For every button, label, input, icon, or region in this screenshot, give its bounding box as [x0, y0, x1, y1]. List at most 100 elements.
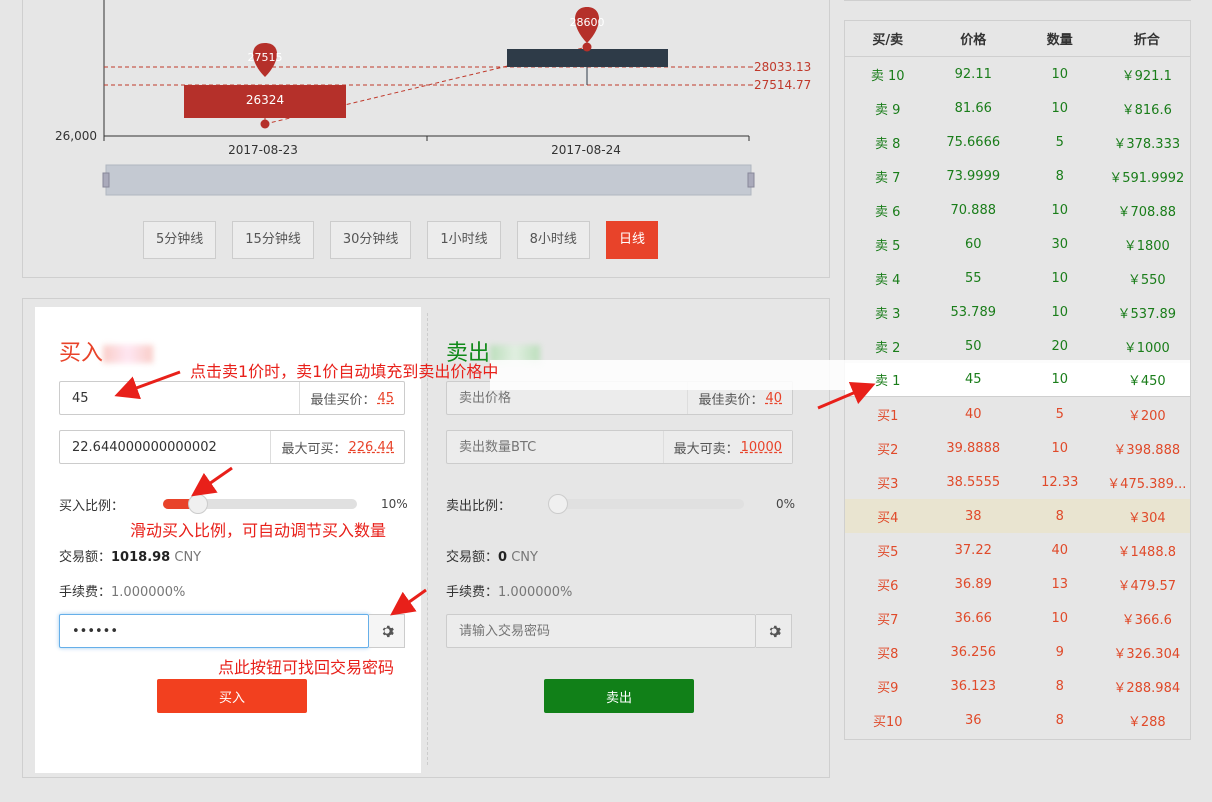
- recover-password-button-sell[interactable]: [756, 614, 792, 648]
- buy-title: 买入: [59, 335, 154, 367]
- datazoom-right-handle[interactable]: [747, 172, 755, 188]
- buy-order-row[interactable]: 买8 36.256 9 ￥326.304: [845, 635, 1190, 669]
- order-price: 36.123: [950, 678, 997, 694]
- sell-order-row[interactable]: 卖 3 53.789 10 ￥537.89: [845, 295, 1190, 329]
- buy-ratio-slider[interactable]: [163, 494, 357, 514]
- x-tick-label: 2017-08-24: [551, 143, 621, 157]
- order-amount: 10: [1051, 440, 1069, 456]
- buy-order-row[interactable]: 买5 37.22 40 ￥1488.8: [845, 533, 1190, 567]
- sell-order-row[interactable]: 卖 2 50 20 ￥1000: [845, 329, 1190, 363]
- buy-order-row[interactable]: 买4 38 8 ￥304: [845, 499, 1190, 533]
- period-day-button[interactable]: 日线: [605, 221, 658, 259]
- sell-amount-input[interactable]: [447, 431, 663, 463]
- buy-order-row[interactable]: 买2 39.8888 10 ￥398.888: [845, 431, 1190, 465]
- sell-password-field: [446, 614, 756, 648]
- best-sell-price-link[interactable]: 40: [765, 391, 782, 406]
- recover-password-button[interactable]: [369, 614, 405, 648]
- buy-order-row[interactable]: 买3 38.5555 12.33 ￥475.389...: [845, 465, 1190, 499]
- sell-fee: 手续费：1.000000%: [446, 585, 573, 600]
- order-amount: 30: [1051, 236, 1069, 252]
- buy-order-row[interactable]: 买9 36.123 8 ￥288.984: [845, 669, 1190, 703]
- x-tick-label: 2017-08-23: [228, 143, 298, 157]
- buy-password-input[interactable]: [60, 615, 368, 647]
- buy-submit-button[interactable]: 买入: [157, 679, 307, 713]
- datazoom-left-handle[interactable]: [102, 172, 110, 188]
- datazoom-bar[interactable]: [105, 164, 752, 196]
- order-total: ￥288: [1127, 714, 1166, 730]
- col-price: 价格: [960, 33, 987, 48]
- order-price: 60: [964, 236, 982, 252]
- order-price: 40: [964, 406, 982, 422]
- buy-order-row[interactable]: 买6 36.89 13 ￥479.57: [845, 567, 1190, 601]
- order-side: 卖 2: [875, 340, 901, 356]
- buy-price-input[interactable]: [60, 382, 300, 414]
- order-total: ￥1000: [1123, 340, 1170, 356]
- sell-password-input[interactable]: [447, 615, 755, 647]
- sell-form: 卖出 最佳卖价：40 最大可卖：10000 卖出比例： 0% 交易额：0 CNY…: [446, 307, 796, 773]
- sell-order-row[interactable]: 卖 7 73.9999 8 ￥591.9992: [845, 159, 1190, 193]
- order-amount: 8: [1055, 678, 1064, 694]
- order-side: 买5: [877, 544, 899, 560]
- buy-volume: 交易额：1018.98 CNY: [59, 550, 202, 565]
- order-side: 卖 8: [875, 136, 901, 152]
- period-5m-button[interactable]: 5分钟线: [143, 221, 217, 259]
- sell-order-row[interactable]: 卖 1 45 10 ￥450: [845, 363, 1190, 397]
- sell-order-row[interactable]: 卖 4 55 10 ￥550: [845, 261, 1190, 295]
- order-price: 92.11: [954, 66, 992, 82]
- order-price: 73.9999: [946, 168, 1001, 184]
- period-30m-button[interactable]: 30分钟线: [329, 221, 412, 259]
- marker-label: 27515: [248, 51, 283, 64]
- best-sell-price: 最佳卖价： 40: [687, 382, 792, 414]
- book-top-border: [844, 0, 1191, 1]
- sell-price-input[interactable]: [447, 382, 688, 414]
- order-price: 39.8888: [946, 440, 1001, 456]
- sell-order-row[interactable]: 卖 6 70.888 10 ￥708.88: [845, 193, 1190, 227]
- sell-submit-button[interactable]: 卖出: [544, 679, 694, 713]
- order-side: 卖 3: [875, 306, 901, 322]
- best-buy-price-link[interactable]: 45: [377, 391, 394, 406]
- order-side: 买3: [877, 476, 899, 492]
- order-total: ￥200: [1127, 408, 1166, 424]
- buy-amount-input[interactable]: [60, 431, 271, 463]
- order-price: 38: [964, 508, 982, 524]
- order-side: 卖 1: [875, 374, 901, 389]
- order-total: ￥921.1: [1121, 68, 1172, 84]
- sell-order-row[interactable]: 卖 5 60 30 ￥1800: [845, 227, 1190, 261]
- sell-ratio-pct: 0%: [776, 497, 796, 511]
- sell-volume: 交易额：0 CNY: [446, 550, 538, 565]
- max-buy: 最大可买： 226.44: [270, 431, 404, 463]
- sell-order-row[interactable]: 卖 9 81.66 10 ￥816.6: [845, 91, 1190, 125]
- order-side: 卖 6: [875, 204, 901, 220]
- order-total: ￥537.89: [1117, 306, 1177, 322]
- period-15m-button[interactable]: 15分钟线: [232, 221, 314, 259]
- kline-panel: 26,000 2017-08-23 2017-08-24 28033.13 27…: [22, 0, 830, 278]
- order-amount: 8: [1055, 508, 1064, 524]
- order-price: 75.6666: [946, 134, 1001, 150]
- sell-ratio-slider[interactable]: [548, 494, 744, 514]
- sell-order-row[interactable]: 卖 10 92.11 10 ￥921.1: [845, 57, 1190, 91]
- order-total: ￥326.304: [1113, 646, 1181, 662]
- sell-price-field: 最佳卖价：40: [446, 381, 793, 415]
- order-amount: 12.33: [1041, 474, 1079, 490]
- buy-ratio-knob[interactable]: [188, 494, 209, 514]
- period-8h-button[interactable]: 8小时线: [516, 221, 590, 259]
- buy-order-row[interactable]: 买7 36.66 10 ￥366.6: [845, 601, 1190, 635]
- period-1h-button[interactable]: 1小时线: [427, 221, 501, 259]
- order-amount: 5: [1055, 406, 1064, 422]
- sell-ratio-knob[interactable]: [548, 494, 568, 514]
- buy-order-row[interactable]: 买10 36 8 ￥288: [845, 703, 1190, 737]
- max-buy-link[interactable]: 226.44: [349, 440, 395, 455]
- order-price: 36: [964, 712, 982, 728]
- order-amount: 10: [1051, 66, 1069, 82]
- order-side: 卖 9: [875, 102, 901, 118]
- max-sell-link[interactable]: 10000: [741, 440, 782, 455]
- sell-order-row[interactable]: 卖 8 75.6666 5 ￥378.333: [845, 125, 1190, 159]
- order-total: ￥1488.8: [1117, 544, 1177, 560]
- buy-order-row[interactable]: 买1 40 5 ￥200: [845, 397, 1190, 431]
- ref-line-label: 27514.77: [754, 78, 811, 92]
- order-side: 卖 7: [875, 170, 901, 186]
- order-total: ￥1800: [1123, 238, 1170, 254]
- order-total: ￥816.6: [1121, 102, 1172, 118]
- candle-low-dot: [260, 119, 270, 129]
- order-side: 买8: [877, 646, 899, 662]
